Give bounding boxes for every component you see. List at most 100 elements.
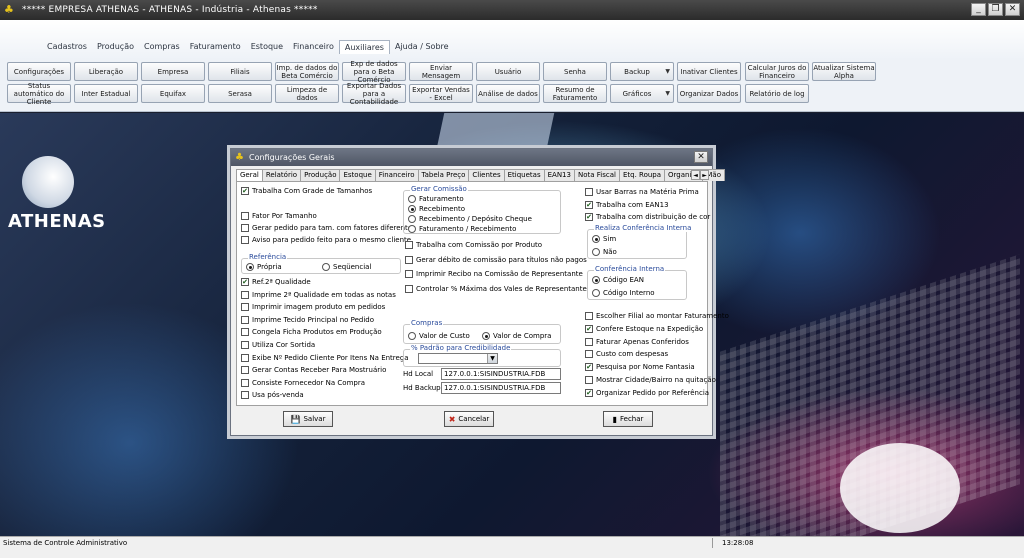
tab-etq-roupa[interactable]: Etq. Roupa: [618, 169, 666, 181]
radio-faturamento-recebimento[interactable]: Faturamento / Recebimento: [408, 224, 516, 234]
tab-estoque[interactable]: Estoque: [339, 169, 376, 181]
hd-local-input[interactable]: 127.0.0.1:SISINDUSTRIA.FDB: [441, 368, 561, 380]
radio-button[interactable]: [246, 263, 254, 271]
checkbox-box[interactable]: [241, 353, 249, 362]
cancel-button[interactable]: ✖ Cancelar: [444, 411, 494, 427]
radio-button[interactable]: [592, 276, 600, 284]
checkbox-gerar-debito-de-comissao-para-titulos-nao-pagos[interactable]: Gerar débito de comissão para títulos nã…: [405, 255, 587, 265]
checkbox-congela-ficha-produtos-em-producao[interactable]: Congela Ficha Produtos em Produção: [241, 327, 382, 337]
radio-sequencial[interactable]: Seqüencial: [322, 262, 371, 272]
checkbox-box[interactable]: [241, 212, 249, 220]
checkbox-box[interactable]: [241, 290, 249, 299]
ribbon-button-backup[interactable]: Backup ▼: [610, 62, 674, 81]
radio-faturamento[interactable]: Faturamento: [408, 194, 464, 204]
tab-producao[interactable]: Produção: [300, 169, 341, 181]
menu-tab-producao[interactable]: Produção: [92, 40, 139, 54]
radio-button[interactable]: [592, 235, 600, 243]
checkbox-box[interactable]: ✔: [585, 388, 593, 397]
checkbox-box[interactable]: [241, 378, 249, 387]
ribbon-button-equifax[interactable]: Equifax: [141, 84, 205, 103]
checkbox-box[interactable]: [405, 241, 413, 249]
checkbox-box[interactable]: ✔: [241, 187, 249, 195]
radio-nao[interactable]: Não: [592, 247, 617, 257]
checkbox-box[interactable]: [241, 391, 249, 400]
ribbon-button-relatorio-de-log[interactable]: Relatório de log: [745, 84, 809, 103]
radio-propria[interactable]: Própria: [246, 262, 282, 272]
ribbon-button-organizar-dados[interactable]: Organizar Dados: [677, 84, 741, 103]
menu-tab-financeiro[interactable]: Financeiro: [288, 40, 339, 54]
checkbox-box[interactable]: [585, 376, 593, 384]
radio-sim[interactable]: Sim: [592, 234, 616, 244]
ribbon-button-senha[interactable]: Senha: [543, 62, 607, 81]
menu-tab-estoque[interactable]: Estoque: [246, 40, 288, 54]
ribbon-button-filiais[interactable]: Filiais: [208, 62, 272, 81]
checkbox-controlar-maxima-dos-vales-de-representante[interactable]: Controlar % Máxima dos Vales de Represen…: [405, 284, 587, 294]
radio-button[interactable]: [592, 248, 600, 256]
tab-financeiro[interactable]: Financeiro: [374, 169, 419, 181]
ribbon-button-exportar-vendas-excel[interactable]: Exportar Vendas - Excel: [409, 84, 473, 103]
checkbox-organizar-pedido-por-referencia[interactable]: ✔ Organizar Pedido por Referência: [585, 388, 709, 398]
checkbox-mostrar-cidade-bairro-na-quitacao[interactable]: Mostrar Cidade/Bairro na quitação: [585, 375, 716, 385]
checkbox-box[interactable]: ✔: [585, 324, 593, 333]
checkbox-box[interactable]: [405, 284, 413, 293]
ribbon-button-exportar-dados-para-a-contabilidade[interactable]: Exportar Dados para a Contabilidade: [342, 82, 406, 106]
tab-clientes[interactable]: Clientes: [468, 169, 505, 181]
radio-valor-de-custo[interactable]: Valor de Custo: [408, 331, 470, 341]
tab-ean13[interactable]: EAN13: [543, 169, 575, 181]
ribbon-button-resumo-de-faturamento[interactable]: Resumo de Faturamento: [543, 84, 607, 103]
ribbon-button-analise-de-dados[interactable]: Análise de dados: [476, 84, 540, 103]
save-button[interactable]: 💾 Salvar: [283, 411, 333, 427]
checkbox-usa-pos-venda[interactable]: Usa pós-venda: [241, 390, 304, 400]
ribbon-button-inter-estadual[interactable]: Inter Estadual: [74, 84, 138, 103]
checkbox-trabalha-com-comissao-por-produto[interactable]: Trabalha com Comissão por Produto: [405, 240, 542, 250]
chevron-down-icon[interactable]: ▼: [665, 90, 670, 98]
credibilidade-select[interactable]: ▼: [418, 353, 498, 364]
checkbox-gerar-contas-receber-para-mostruario[interactable]: Gerar Contas Receber Para Mostruário: [241, 365, 386, 375]
radio-button[interactable]: [408, 205, 416, 213]
checkbox-imprimir-recibo-na-comissao-de-representante[interactable]: Imprimir Recibo na Comissão de Represent…: [405, 269, 583, 279]
checkbox-exibe-n-pedido-cliente-por-itens-na-entrega[interactable]: Exibe Nº Pedido Cliente Por Itens Na Ent…: [241, 353, 409, 363]
dialog-close-icon[interactable]: ✕: [694, 151, 708, 163]
hd-backup-input[interactable]: 127.0.0.1:SISINDUSTRIA.FDB: [441, 382, 561, 394]
checkbox-aviso-para-pedido-feito-para-o-mesmo-cliente[interactable]: Aviso para pedido feito para o mesmo cli…: [241, 235, 411, 245]
chevron-down-icon[interactable]: ▼: [487, 354, 497, 363]
radio-button[interactable]: [592, 289, 600, 297]
radio-button[interactable]: [408, 195, 416, 203]
checkbox-imprimir-imagem-produto-em-pedidos[interactable]: Imprimir imagem produto em pedidos: [241, 302, 385, 312]
checkbox-faturar-apenas-conferidos[interactable]: Faturar Apenas Conferidos: [585, 337, 689, 347]
checkbox-box[interactable]: ✔: [585, 213, 593, 221]
checkbox-box[interactable]: [241, 328, 249, 337]
checkbox-pesquisa-por-nome-fantasia[interactable]: ✔ Pesquisa por Nome Fantasia: [585, 362, 695, 372]
checkbox-box[interactable]: [241, 315, 249, 324]
checkbox-utiliza-cor-sortida[interactable]: Utiliza Cor Sortida: [241, 340, 315, 350]
ribbon-button-limpeza-de-dados[interactable]: Limpeza de dados: [275, 84, 339, 103]
radio-button[interactable]: [322, 263, 330, 271]
radio-valor-de-compra[interactable]: Valor de Compra: [482, 331, 551, 341]
ribbon-button-configuracoes[interactable]: Configurações: [7, 62, 71, 81]
ribbon-button-atualizar-sistema-alpha[interactable]: Atualizar Sistema Alpha: [812, 62, 876, 81]
tab-etiquetas[interactable]: Etiquetas: [503, 169, 545, 181]
checkbox-box[interactable]: [241, 224, 249, 232]
tab-tabela-preco[interactable]: Tabela Preço: [417, 169, 470, 181]
menu-tab-ajuda-sobre[interactable]: Ajuda / Sobre: [390, 40, 454, 54]
ribbon-button-serasa[interactable]: Serasa: [208, 84, 272, 103]
tab-relatorio[interactable]: Relatório: [261, 169, 302, 181]
menu-tab-compras[interactable]: Compras: [139, 40, 185, 54]
checkbox-fator-por-tamanho[interactable]: Fator Por Tamanho: [241, 211, 317, 221]
checkbox-box[interactable]: [241, 366, 249, 375]
radio-codigo-ean[interactable]: Código EAN: [592, 275, 644, 285]
ribbon-button-inativar-clientes[interactable]: Inativar Clientes: [677, 62, 741, 81]
checkbox-escolher-filial-ao-montar-faturamento[interactable]: Escolher Filial ao montar Faturamento: [585, 311, 729, 321]
checkbox-imprime-2-qualidade-em-todas-as-notas[interactable]: Imprime 2ª Qualidade em todas as notas: [241, 290, 396, 300]
ribbon-button-calcular-juros-do-financeiro[interactable]: Calcular Juros do Financeiro: [745, 62, 809, 81]
ribbon-button-liberacao[interactable]: Liberação: [74, 62, 138, 81]
checkbox-box[interactable]: ✔: [585, 200, 593, 209]
radio-button[interactable]: [408, 225, 416, 233]
radio-codigo-interno[interactable]: Código Interno: [592, 288, 655, 298]
checkbox-box[interactable]: ✔: [241, 278, 249, 286]
tab-nota-fiscal[interactable]: Nota Fiscal: [573, 169, 620, 181]
checkbox-trabalha-com-distribuicao-de-cor[interactable]: ✔ Trabalha com distribuição de cor: [585, 212, 710, 222]
radio-button[interactable]: [408, 215, 416, 223]
ribbon-button-enviar-mensagem[interactable]: Enviar Mensagem: [409, 62, 473, 81]
checkbox-box[interactable]: [585, 312, 593, 320]
